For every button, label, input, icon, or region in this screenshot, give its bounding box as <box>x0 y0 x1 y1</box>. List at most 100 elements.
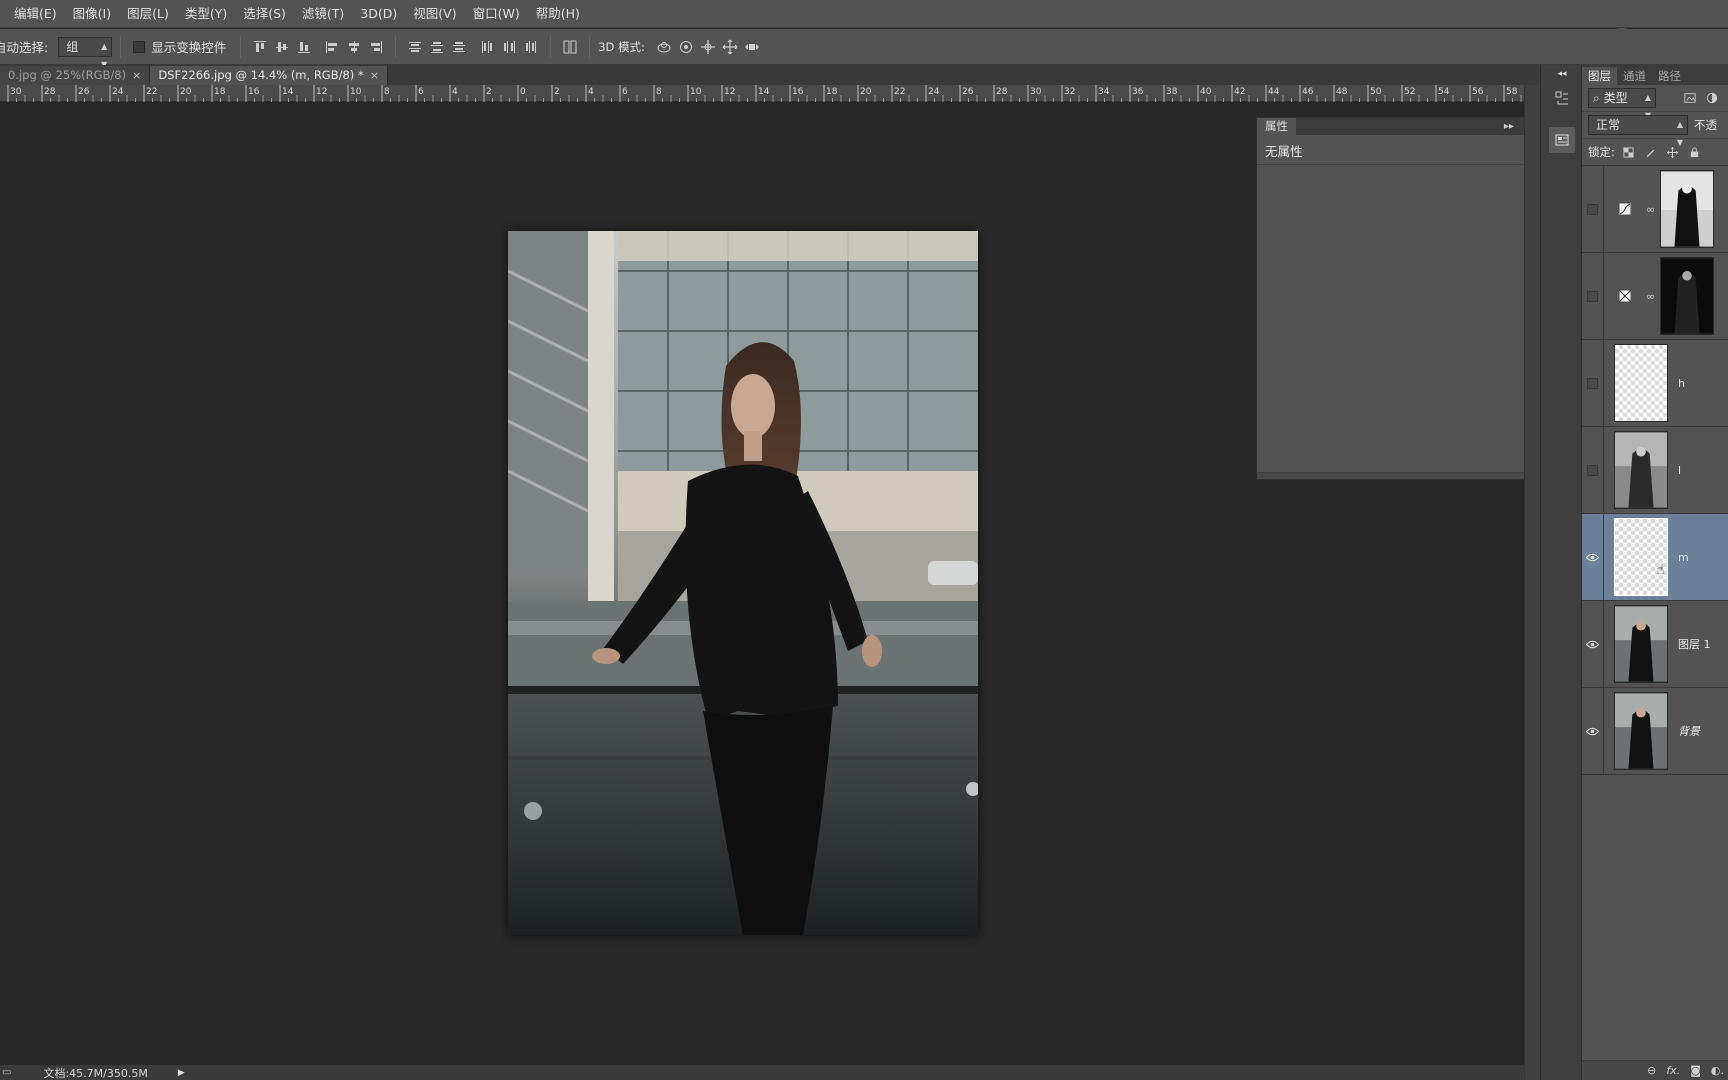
pixel-filter-icon[interactable] <box>1682 90 1698 106</box>
lock-transparency-icon[interactable] <box>1621 144 1637 160</box>
auto-align-icon[interactable] <box>559 36 581 58</box>
tab-layers[interactable]: 图层 <box>1582 67 1617 85</box>
resize-grip[interactable] <box>1257 472 1539 479</box>
visibility-toggle[interactable] <box>1582 600 1604 688</box>
align-top-icon[interactable] <box>249 36 271 58</box>
dropdown-arrow-icon: ▲▼ <box>1676 120 1683 147</box>
layer-row[interactable]: 背景 <box>1582 687 1728 775</box>
collapse-icon[interactable]: ◂◂ <box>1549 67 1575 81</box>
ruler-label: 10 <box>350 87 362 97</box>
mask-icon[interactable]: ◙ <box>1690 1064 1701 1077</box>
status-icon[interactable]: ▭ <box>2 1067 11 1078</box>
link-icon[interactable]: ⊖ <box>1647 1064 1656 1077</box>
ruler-label: 54 <box>1438 87 1450 97</box>
layer-thumbnail[interactable] <box>1614 431 1668 509</box>
blend-mode-dropdown[interactable]: 正常 ▲ ▼ <box>1588 115 1688 147</box>
distribute-bottom-icon[interactable] <box>448 36 470 58</box>
3d-slide-icon[interactable] <box>719 36 741 58</box>
tab-paths[interactable]: 路径 <box>1652 67 1687 85</box>
visibility-toggle[interactable] <box>1582 687 1604 775</box>
align-hcenter-icon[interactable] <box>343 36 365 58</box>
tab-document-1[interactable]: 0.jpg @ 25%(RGB/8) × <box>0 66 151 85</box>
visibility-toggle[interactable] <box>1582 513 1604 601</box>
layer-thumbnail[interactable] <box>1614 344 1668 422</box>
distribute-top-icon[interactable] <box>404 36 426 58</box>
layer-row-selected[interactable]: m ☝ <box>1582 513 1728 601</box>
menu-edit[interactable]: 编辑(E) <box>6 0 65 28</box>
distribute-right-icon[interactable] <box>520 36 542 58</box>
adjustment-filter-icon[interactable] <box>1704 90 1720 106</box>
close-icon[interactable]: × <box>370 69 379 82</box>
status-menu-arrow-icon[interactable]: ▶ <box>178 1068 185 1078</box>
layer-filter-row: ⌕ 类型 ▲▼ <box>1582 85 1728 120</box>
link-icon[interactable]: ∞ <box>1646 290 1656 303</box>
ruler-label: 12 <box>724 87 735 97</box>
layer-thumbnail[interactable] <box>1614 518 1668 596</box>
layer-thumbnail[interactable] <box>1660 257 1714 335</box>
fx-icon[interactable]: fx. <box>1666 1064 1680 1077</box>
ruler-label: 16 <box>792 87 804 97</box>
ruler-label: 14 <box>758 87 770 97</box>
document-photo[interactable] <box>508 231 978 935</box>
ruler-label: 6 <box>622 87 628 97</box>
3d-scale-icon[interactable] <box>741 36 763 58</box>
ruler-label: 56 <box>1472 87 1484 97</box>
layer-row[interactable]: ∞ <box>1582 165 1728 253</box>
menu-select[interactable]: 选择(S) <box>235 0 294 28</box>
distribute-hcenter-icon[interactable] <box>498 36 520 58</box>
align-right-icon[interactable] <box>365 36 387 58</box>
align-vcenter-icon[interactable] <box>271 36 293 58</box>
adjustment-icon[interactable]: ◐. <box>1711 1064 1724 1077</box>
3d-pan-icon[interactable] <box>697 36 719 58</box>
layer-name: 背景 <box>1678 725 1700 738</box>
layer-row[interactable]: ∞ <box>1582 252 1728 340</box>
layer-name: l <box>1678 463 1682 477</box>
menu-image[interactable]: 图像(I) <box>65 0 119 28</box>
layer-thumbnail[interactable] <box>1614 605 1668 683</box>
horizontal-ruler[interactable]: 30 28 26 24 22 20 18 16 14 12 10 8 6 4 2 0 2 4 6 8 10 12 14 16 1… <box>0 85 1524 102</box>
distribute-vcenter-icon[interactable] <box>426 36 448 58</box>
visibility-toggle[interactable] <box>1582 339 1604 427</box>
3d-orbit-icon[interactable] <box>653 36 675 58</box>
visibility-toggle[interactable] <box>1582 252 1604 340</box>
menu-view[interactable]: 视图(V) <box>405 0 464 28</box>
ruler-label: 42 <box>1234 87 1245 97</box>
layer-row[interactable]: 图层 1 <box>1582 600 1728 688</box>
layer-row[interactable]: h <box>1582 339 1728 427</box>
3d-roll-icon[interactable] <box>675 36 697 58</box>
visibility-toggle[interactable] <box>1582 426 1604 514</box>
layer-thumbnail[interactable] <box>1614 692 1668 770</box>
align-bottom-icon[interactable] <box>293 36 315 58</box>
tab-channels[interactable]: 通道 <box>1617 67 1652 85</box>
ruler-label: 8 <box>384 87 390 97</box>
layer-row[interactable]: l <box>1582 426 1728 514</box>
document-size: 文档:45.7M/350.5M <box>43 1066 148 1080</box>
menu-filter[interactable]: 滤镜(T) <box>294 0 352 28</box>
align-left-icon[interactable] <box>321 36 343 58</box>
menu-3d[interactable]: 3D(D) <box>352 0 405 28</box>
layer-thumbnail[interactable] <box>1660 170 1714 248</box>
menu-type[interactable]: 类型(Y) <box>177 0 235 28</box>
close-icon[interactable]: × <box>132 69 141 82</box>
tab-properties[interactable]: 属性 <box>1257 118 1296 135</box>
layer-filter-dropdown[interactable]: ⌕ 类型 ▲▼ <box>1588 88 1656 120</box>
tab-document-2[interactable]: DSF2266.jpg @ 14.4% (m, RGB/8) * × <box>150 66 388 85</box>
menu-help[interactable]: 帮助(H) <box>528 0 588 28</box>
ruler-label: 10 <box>690 87 702 97</box>
properties-icon[interactable] <box>1549 127 1575 153</box>
blend-mode-row: 正常 ▲ ▼ 不透 <box>1582 112 1728 147</box>
canvas-vertical-scrollbar[interactable] <box>1524 85 1540 1080</box>
link-icon[interactable]: ∞ <box>1646 203 1656 216</box>
auto-select-dropdown[interactable]: 组 ▲ ▼ <box>58 36 113 69</box>
lock-brush-icon[interactable] <box>1643 144 1659 160</box>
ruler-label: 18 <box>214 87 226 97</box>
distribute-left-icon[interactable] <box>476 36 498 58</box>
lock-all-icon[interactable] <box>1687 144 1703 160</box>
menu-layer[interactable]: 图层(L) <box>119 0 177 28</box>
menu-window[interactable]: 窗口(W) <box>465 0 528 28</box>
show-transform-checkbox[interactable] <box>133 40 146 53</box>
layers-panel-tabs: 图层 通道 路径 <box>1582 65 1728 85</box>
history-icon[interactable] <box>1549 85 1575 111</box>
visibility-toggle[interactable] <box>1582 165 1604 253</box>
hidden-box-icon <box>1587 290 1598 302</box>
